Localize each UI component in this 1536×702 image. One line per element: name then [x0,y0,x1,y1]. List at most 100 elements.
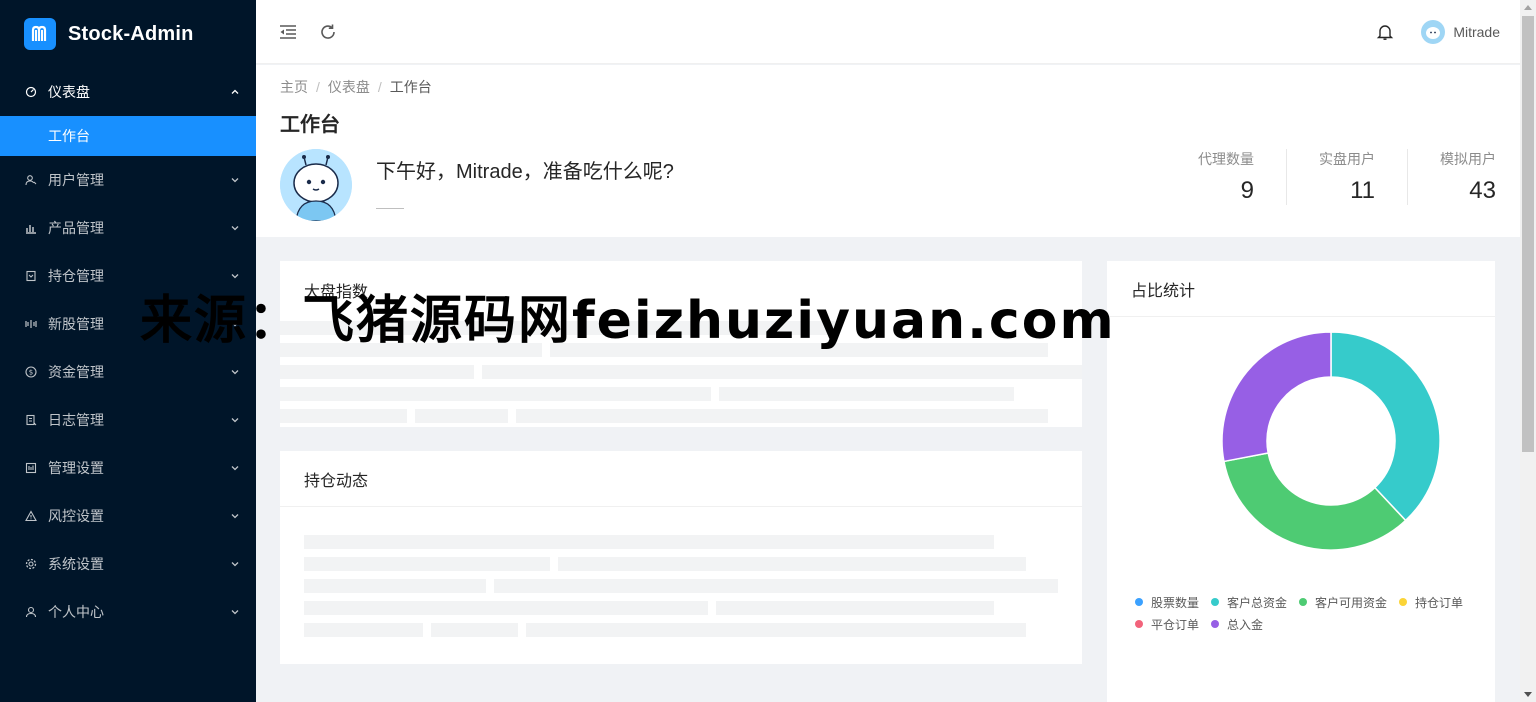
pie-slice[interactable] [1223,452,1407,551]
topbar: Mitrade [256,0,1520,64]
sidebar-item-label: 管理设置 [48,460,104,476]
user-manage-icon [24,173,38,187]
chevron-down-icon [230,367,240,377]
stat-value: 43 [1469,177,1496,204]
legend-label: 总入金 [1227,617,1264,632]
product-chart-icon [24,221,38,235]
sidebar-item-label: 用户管理 [48,172,104,188]
notification-button[interactable] [1365,12,1405,52]
breadcrumb-separator: / [377,79,382,95]
chevron-up-icon [230,87,240,97]
sidebar-item-gear[interactable]: 系统设置 [0,540,256,588]
chevron-down-icon [230,463,240,473]
legend-label: 持仓订单 [1415,595,1464,610]
new-stock-icon [24,317,38,331]
legend-item[interactable]: 持仓订单 [1399,594,1463,611]
legend-marker [1135,598,1143,606]
ratio-stats-card: 占比统计 股票数量 客户总资金 客户可用资金 持仓订单平仓订单 总入金 [1107,261,1495,702]
sidebar-item-label: 日志管理 [48,412,104,428]
welcome-block: 下午好，Mitrade，准备吃什么呢? [280,149,674,221]
collapse-menu-button[interactable] [268,12,308,52]
page-title: 工作台 [280,114,340,136]
stat-value: 9 [1240,177,1254,204]
legend-marker [1211,598,1220,606]
legend-item[interactable]: 客户总资金 [1211,594,1287,611]
sidebar-item-log[interactable]: 日志管理 [0,396,256,444]
stat-demo-users: 模拟用户 43 [1407,149,1496,205]
sidebar-item-label: 产品管理 [48,220,104,236]
sidebar-item-label: 系统设置 [48,556,104,572]
positions-card: 持仓动态 [280,451,1082,664]
page-header: 主页 / 仪表盘 / 工作台 工作台 下午好，Mitrade，准备吃什么呢? 代… [256,65,1520,237]
scroll-down-arrow[interactable] [1524,692,1532,697]
avatar [1421,19,1446,44]
legend-label: 平仓订单 [1151,617,1200,632]
stat-label: 实盘用户 [1319,151,1375,167]
pie-slice[interactable] [1330,331,1441,522]
breadcrumb-dashboard[interactable]: 仪表盘 [328,77,370,97]
user-menu[interactable]: Mitrade [1421,19,1500,44]
legend-row: 股票数量 客户总资金 客户可用资金 持仓订单 [1135,591,1485,613]
card-title: 持仓动态 [280,451,1082,507]
scroll-up-arrow[interactable] [1524,5,1532,10]
app-title: Stock-Admin [68,22,194,45]
scrollbar-thumb[interactable] [1522,16,1534,452]
greeting-text: 下午好，Mitrade，准备吃什么呢? [376,161,674,183]
avatar [280,149,352,221]
sidebar-item-admin-settings[interactable]: 管理设置 [0,444,256,492]
stat-label: 模拟用户 [1440,151,1496,167]
chevron-down-icon [230,415,240,425]
sidebar-item-warning[interactable]: 风控设置 [0,492,256,540]
bell-icon [1377,24,1394,40]
pie-slice[interactable] [1221,331,1332,463]
chevron-down-icon [230,175,240,185]
sidebar-item-person[interactable]: 个人中心 [0,588,256,636]
person-icon [24,605,38,619]
sidebar-item-label: 风控设置 [48,508,104,524]
sidebar-subitem-workbench[interactable]: 工作台 [0,116,256,156]
page-scrollbar[interactable] [1520,0,1536,702]
legend-marker [1211,620,1220,628]
sidebar-item-user-manage[interactable]: 用户管理 [0,156,256,204]
chevron-down-icon [230,223,240,233]
dashboard-icon [24,85,38,99]
stat-value: 11 [1350,177,1375,204]
stat-real-users: 实盘用户 11 [1286,149,1375,205]
legend-item[interactable]: 总入金 [1211,616,1263,633]
watermark-text: 来源：飞猪源码网feizhuziyuan.com [140,291,1116,351]
breadcrumb-separator: / [316,79,320,95]
admin-settings-icon [24,461,38,475]
stats-group: 代理数量 9 实盘用户 11 模拟用户 43 [1198,149,1496,205]
stat-agents: 代理数量 9 [1198,149,1254,205]
username: Mitrade [1453,23,1500,40]
breadcrumb-current: 工作台 [389,79,432,95]
sidebar-item-product-chart[interactable]: 产品管理 [0,204,256,252]
legend-row: 平仓订单 总入金 [1135,613,1485,635]
sidebar-item-dashboard[interactable]: 仪表盘 [0,68,256,116]
sidebar-item-label: 个人中心 [48,604,104,620]
chevron-down-icon [230,607,240,617]
legend-label: 股票数量 [1151,595,1200,610]
stat-label: 代理数量 [1198,151,1254,167]
breadcrumb-home[interactable]: 主页 [280,77,308,97]
sidebar-item-label: 工作台 [48,128,90,144]
refresh-button[interactable] [308,12,348,52]
sidebar-item-label: 仪表盘 [48,84,90,100]
logo[interactable]: Stock-Admin [0,0,256,68]
card-title: 占比统计 [1107,261,1495,317]
legend-label: 客户总资金 [1227,595,1288,610]
menu-fold-icon [280,24,296,39]
legend-label: 客户可用资金 [1315,595,1388,610]
legend-item[interactable]: 股票数量 [1135,594,1199,611]
legend-item[interactable]: 客户可用资金 [1299,594,1387,611]
chart-legend: 股票数量 客户总资金 客户可用资金 持仓订单平仓订单 总入金 [1135,591,1485,635]
reload-icon [321,24,335,39]
legend-marker [1299,598,1308,606]
breadcrumb: 主页 / 仪表盘 / 工作台 [280,77,1496,97]
legend-item[interactable]: 平仓订单 [1135,616,1199,633]
logo-icon [24,18,56,50]
sidebar-item-dollar[interactable]: $ 资金管理 [0,348,256,396]
greeting-divider [376,208,404,209]
gear-icon [24,557,38,571]
chevron-down-icon [230,559,240,569]
